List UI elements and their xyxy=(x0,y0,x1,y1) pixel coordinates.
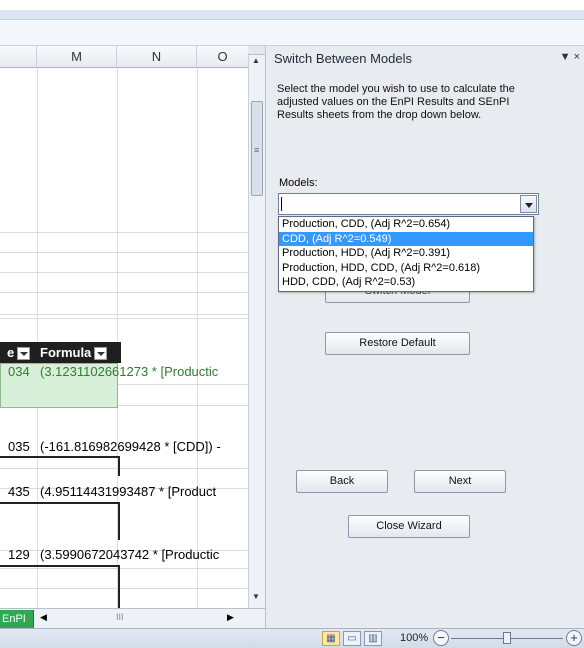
close-wizard-button[interactable]: Close Wizard xyxy=(348,515,470,538)
row-id[interactable]: 129 xyxy=(8,545,30,565)
row-id[interactable]: 034 xyxy=(8,362,30,382)
row-formula[interactable]: (3.1231102661273 * [Productic xyxy=(40,362,248,382)
row-formula[interactable]: (-161.816982699428 * [CDD]) - xyxy=(40,437,248,457)
zoom-in-icon[interactable]: + xyxy=(566,630,582,646)
ribbon-strip xyxy=(0,10,584,20)
header-cell-formula[interactable]: Formula xyxy=(37,342,121,363)
scroll-left-icon[interactable]: ◀ xyxy=(40,612,47,623)
filter-dropdown-icon[interactable] xyxy=(17,347,31,361)
row-id[interactable]: 435 xyxy=(8,482,30,502)
filter-dropdown-icon[interactable] xyxy=(94,347,108,361)
row-formula[interactable]: (4.95114431993487 * [Product xyxy=(40,482,248,502)
cell-border xyxy=(0,502,120,504)
zoom-level[interactable]: 100% xyxy=(400,632,428,644)
model-option-highlighted[interactable]: CDD, (Adj R^2=0.549) xyxy=(279,231,533,246)
model-option[interactable]: Production, HDD, CDD, (Adj R^2=0.618) xyxy=(279,261,533,276)
back-button[interactable]: Back xyxy=(296,470,388,493)
cell-border xyxy=(118,456,120,476)
column-header-o[interactable]: O xyxy=(197,46,248,68)
column-header-partial[interactable] xyxy=(0,46,37,68)
model-option[interactable]: HDD, CDD, (Adj R^2=0.53) xyxy=(279,275,533,290)
cell-border xyxy=(0,456,120,458)
cell-border xyxy=(0,565,120,567)
scroll-right-icon[interactable]: ▶ xyxy=(227,612,234,623)
window-top-edge xyxy=(0,0,584,10)
models-label: Models: xyxy=(279,177,318,189)
pane-controls[interactable]: ▼ × xyxy=(560,51,580,63)
sheet-tab-enpi[interactable]: EnPI xyxy=(0,610,34,628)
chevron-down-icon[interactable] xyxy=(520,195,537,213)
restore-default-button[interactable]: Restore Default xyxy=(325,332,470,355)
split-box[interactable] xyxy=(248,46,265,55)
normal-view-icon[interactable]: ▦ xyxy=(322,631,340,646)
scroll-grip-icon: ≡ xyxy=(254,145,260,155)
model-option[interactable]: Production, CDD, (Adj R^2=0.654) xyxy=(279,217,533,232)
zoom-out-icon[interactable]: − xyxy=(433,630,449,646)
horizontal-scroll-thumb[interactable]: III xyxy=(116,612,124,622)
models-dropdown-list[interactable]: Production, CDD, (Adj R^2=0.654) CDD, (A… xyxy=(278,216,534,292)
header-cell-partial[interactable]: e xyxy=(0,342,37,363)
page-layout-view-icon[interactable]: ▭ xyxy=(343,631,361,646)
column-header-n[interactable]: N xyxy=(117,46,197,68)
model-option[interactable]: Production, HDD, (Adj R^2=0.391) xyxy=(279,246,533,261)
pane-instructions: Select the model you wish to use to calc… xyxy=(277,83,515,121)
column-headers: M N O xyxy=(0,46,248,68)
status-bar: ▦ ▭ ▥ 100% − + xyxy=(0,628,584,648)
scroll-up-icon[interactable]: ▲ xyxy=(252,56,260,65)
models-dropdown[interactable] xyxy=(278,193,539,215)
row-id[interactable]: 035 xyxy=(8,437,30,457)
worksheet-grid[interactable]: e Formula 034 (3.1231102661273 * [Produc… xyxy=(0,68,248,608)
formula-bar xyxy=(0,20,584,46)
text-caret xyxy=(281,197,282,211)
row-formula[interactable]: (3.5990672043742 * [Productic xyxy=(40,545,248,565)
zoom-slider-thumb[interactable] xyxy=(503,632,511,644)
pane-title: Switch Between Models xyxy=(274,51,413,66)
vertical-scrollbar[interactable]: ▲ ≡ ▼ xyxy=(248,46,265,608)
scroll-down-icon[interactable]: ▼ xyxy=(252,592,260,601)
sheet-tabs-bar: EnPI ◀ III ▶ xyxy=(0,608,265,628)
task-pane: Switch Between Models ▼ × Select the mod… xyxy=(265,46,584,628)
cell-border xyxy=(118,565,120,608)
header-partial-label: e xyxy=(7,345,15,360)
page-break-view-icon[interactable]: ▥ xyxy=(364,631,382,646)
next-button[interactable]: Next xyxy=(414,470,506,493)
cell-border xyxy=(118,502,120,540)
header-formula-label: Formula xyxy=(40,345,92,360)
column-header-m[interactable]: M xyxy=(37,46,117,68)
